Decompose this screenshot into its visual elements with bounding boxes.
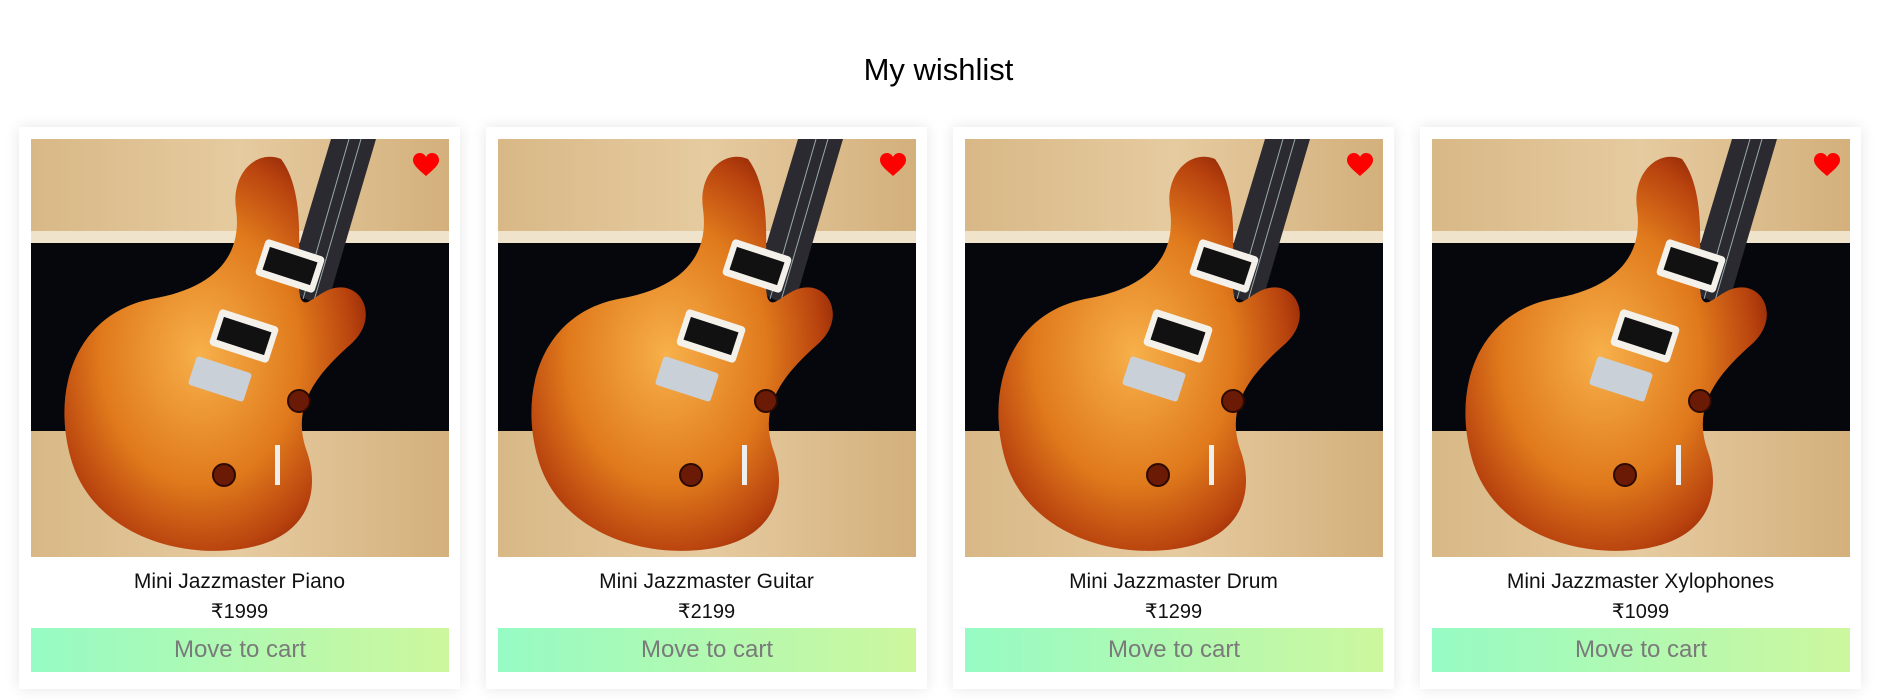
guitar-image (31, 139, 449, 557)
move-to-cart-button[interactable]: Move to cart (31, 628, 449, 672)
product-card: Mini Jazzmaster Piano ₹1999 Move to cart (19, 127, 460, 689)
product-card: Mini Jazzmaster Drum ₹1299 Move to cart (953, 127, 1394, 689)
move-to-cart-button[interactable]: Move to cart (498, 628, 916, 672)
product-name: Mini Jazzmaster Xylophones (1506, 570, 1775, 593)
page-title: My wishlist (863, 52, 1014, 87)
heart-icon[interactable] (880, 153, 906, 177)
move-to-cart-button[interactable]: Move to cart (965, 628, 1383, 672)
product-price: ₹2199 (677, 601, 736, 623)
move-to-cart-button[interactable]: Move to cart (1432, 628, 1850, 672)
product-name: Mini Jazzmaster Drum (1069, 570, 1278, 593)
product-image[interactable] (498, 139, 916, 557)
product-price: ₹1099 (1611, 601, 1670, 623)
product-image[interactable] (31, 139, 449, 557)
product-card: Mini Jazzmaster Xylophones ₹1099 Move to… (1420, 127, 1861, 689)
guitar-image (1432, 139, 1850, 557)
product-name: Mini Jazzmaster Guitar (599, 570, 814, 593)
guitar-image (498, 139, 916, 557)
product-price: ₹1999 (210, 601, 269, 623)
product-name: Mini Jazzmaster Piano (133, 570, 346, 593)
product-image[interactable] (965, 139, 1383, 557)
product-card: Mini Jazzmaster Guitar ₹2199 Move to car… (486, 127, 927, 689)
heart-icon[interactable] (1347, 153, 1373, 177)
heart-icon[interactable] (1814, 153, 1840, 177)
product-image[interactable] (1432, 139, 1850, 557)
product-price: ₹1299 (1144, 601, 1203, 623)
heart-icon[interactable] (413, 153, 439, 177)
guitar-image (965, 139, 1383, 557)
